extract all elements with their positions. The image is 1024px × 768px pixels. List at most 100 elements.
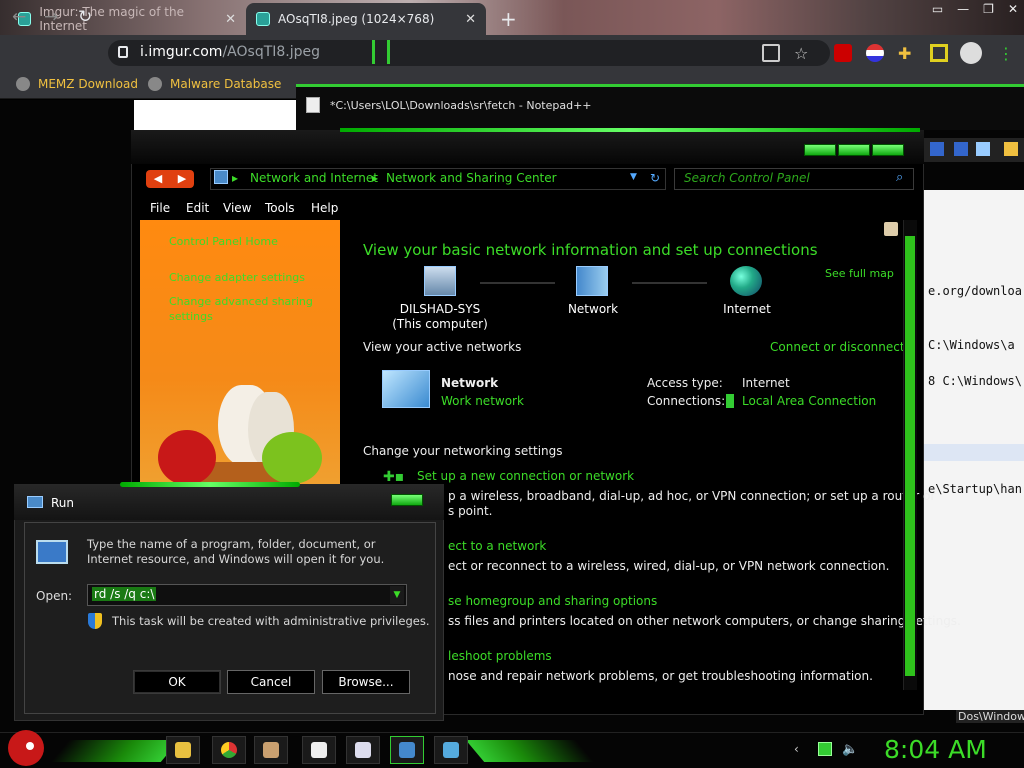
refresh-icon[interactable]: ↻ (650, 171, 660, 185)
change-adapter-link[interactable]: Change adapter settings (169, 271, 305, 284)
setting-new-connection[interactable]: Set up a new connection or network (417, 469, 634, 483)
folder-icon[interactable] (1004, 142, 1018, 156)
chevron-down-icon[interactable]: ▼ (630, 172, 637, 182)
uac-shield-icon (88, 613, 102, 629)
scrollbar-thumb[interactable] (905, 236, 915, 676)
flag-extension-icon[interactable] (866, 44, 884, 62)
menu-view[interactable]: View (223, 201, 251, 215)
close-button[interactable] (872, 144, 904, 156)
menu-file[interactable]: File (150, 201, 170, 215)
maximize-button[interactable] (838, 144, 870, 156)
search-icon[interactable]: ⌕ (896, 170, 903, 185)
reload-button[interactable]: ↻ (78, 7, 92, 27)
setting-troubleshoot[interactable]: leshoot problems (448, 649, 552, 663)
open-label: Open: (36, 589, 73, 603)
ublock-icon[interactable] (834, 44, 852, 62)
tab-search-icon[interactable]: ▭ (932, 2, 943, 16)
notepad-title: *C:\Users\LOL\Downloads\sr\fetch - Notep… (330, 99, 592, 112)
profile-avatar[interactable] (960, 42, 982, 64)
share-icon[interactable] (762, 44, 780, 62)
access-type-label: Access type: (647, 376, 723, 390)
network-icon[interactable] (576, 266, 608, 296)
notepad-toolbar (924, 138, 1024, 162)
run-titlebar[interactable] (14, 484, 444, 520)
tab-close-icon[interactable]: ✕ (225, 12, 236, 27)
page-heading: View your basic network information and … (363, 241, 818, 259)
taskbar-explorer[interactable] (166, 736, 200, 764)
map-connector (632, 282, 707, 284)
computer-icon[interactable] (424, 266, 456, 296)
play-icon[interactable] (930, 142, 944, 156)
document-icon[interactable] (976, 142, 990, 156)
menu-help[interactable]: Help (311, 201, 338, 215)
setting-connect-network[interactable]: ect to a network (448, 539, 546, 553)
taskbar-network[interactable] (434, 736, 468, 764)
bookmark-malware-db[interactable]: Malware Database (148, 77, 281, 91)
tab-close-icon[interactable]: ✕ (465, 12, 476, 27)
editor-line: e.org/downloa (928, 284, 1022, 298)
back-button[interactable]: ◀ (146, 170, 170, 188)
chevron-down-icon[interactable]: ▼ (390, 586, 404, 604)
internet-globe-icon[interactable] (730, 266, 762, 296)
see-full-map-link[interactable]: See full map (825, 267, 894, 280)
sidepanel-icon[interactable] (930, 44, 948, 62)
forward-button[interactable]: → (44, 7, 58, 27)
notepad-window-titlebar[interactable]: *C:\Users\LOL\Downloads\sr\fetch - Notep… (296, 84, 1024, 130)
taskbar-run[interactable] (390, 736, 424, 764)
minimize-button[interactable] (804, 144, 836, 156)
cancel-button[interactable]: Cancel (227, 670, 315, 694)
setting-homegroup[interactable]: se homegroup and sharing options (448, 594, 657, 608)
bookmark-memz[interactable]: MEMZ Download (16, 77, 138, 91)
open-input-value[interactable]: rd /s /q c:\ (92, 587, 157, 601)
browse-button[interactable]: Browse... (322, 670, 410, 694)
editor-line: C:\Windows\a (928, 338, 1015, 352)
setting-desc: p a wireless, broadband, dial-up, ad hoc… (448, 489, 936, 503)
menu-kebab-icon[interactable]: ⋮ (998, 44, 1016, 63)
breadcrumb-network-internet[interactable]: Network and Internet (250, 171, 378, 185)
maximize-button[interactable]: ❐ (983, 2, 994, 16)
work-network-icon[interactable] (382, 370, 430, 408)
start-button[interactable] (8, 730, 44, 766)
menu-edit[interactable]: Edit (186, 201, 209, 215)
close-button[interactable] (391, 494, 423, 506)
taskbar-7zip[interactable] (302, 736, 336, 764)
taskbar-notepad[interactable] (346, 736, 380, 764)
taskbar-files[interactable] (254, 736, 288, 764)
network-icon (443, 742, 459, 758)
forward-button[interactable]: ▶ (170, 170, 194, 188)
network-type-link[interactable]: Work network (441, 394, 524, 408)
tab-image-active[interactable]: AOsqTI8.jpeg (1024×768) ✕ (246, 3, 486, 35)
clock[interactable]: 8:04 AM (884, 735, 987, 764)
map-connector (480, 282, 555, 284)
local-area-connection-link[interactable]: Local Area Connection (742, 394, 876, 408)
bookmark-star-icon[interactable]: ☆ (794, 44, 812, 63)
change-sharing-link[interactable]: Change advanced sharing settings (169, 294, 319, 324)
help-icon[interactable] (884, 222, 898, 236)
ok-button[interactable]: OK (133, 670, 221, 694)
volume-icon[interactable]: 🔈 (842, 742, 858, 757)
notepad-icon (355, 742, 371, 758)
close-window-button[interactable]: ✕ (1008, 2, 1018, 16)
breadcrumb-sharing-center[interactable]: Network and Sharing Center (386, 171, 557, 185)
tray-expand-icon[interactable]: ‹ (794, 742, 808, 756)
window-controls: ▭ — ❐ ✕ (932, 2, 1018, 16)
computer-sub: (This computer) (392, 317, 488, 331)
menu-tools[interactable]: Tools (265, 201, 295, 215)
extensions-icon[interactable]: ✚ (898, 44, 916, 63)
minimize-button[interactable]: — (957, 2, 969, 16)
run-accent-bar (120, 482, 300, 487)
fast-forward-icon[interactable] (954, 142, 968, 156)
url-text[interactable]: i.imgur.com/AOsqTI8.jpeg (140, 44, 320, 60)
new-tab-button[interactable]: + (500, 7, 517, 31)
control-panel-home-link[interactable]: Control Panel Home (169, 235, 278, 248)
settings-header: Change your networking settings (363, 444, 563, 458)
network-tray-icon[interactable] (818, 742, 832, 756)
back-button[interactable]: ← (12, 7, 26, 27)
taskbar-chrome[interactable] (212, 736, 246, 764)
connect-disconnect-link[interactable]: Connect or disconnect (770, 340, 905, 354)
image-favicon-icon (256, 12, 270, 26)
setting-desc: ss files and printers located on other n… (448, 614, 961, 628)
taskbar-accent-right (465, 740, 595, 762)
lock-icon[interactable] (118, 46, 128, 58)
chrome-icon (221, 742, 237, 758)
